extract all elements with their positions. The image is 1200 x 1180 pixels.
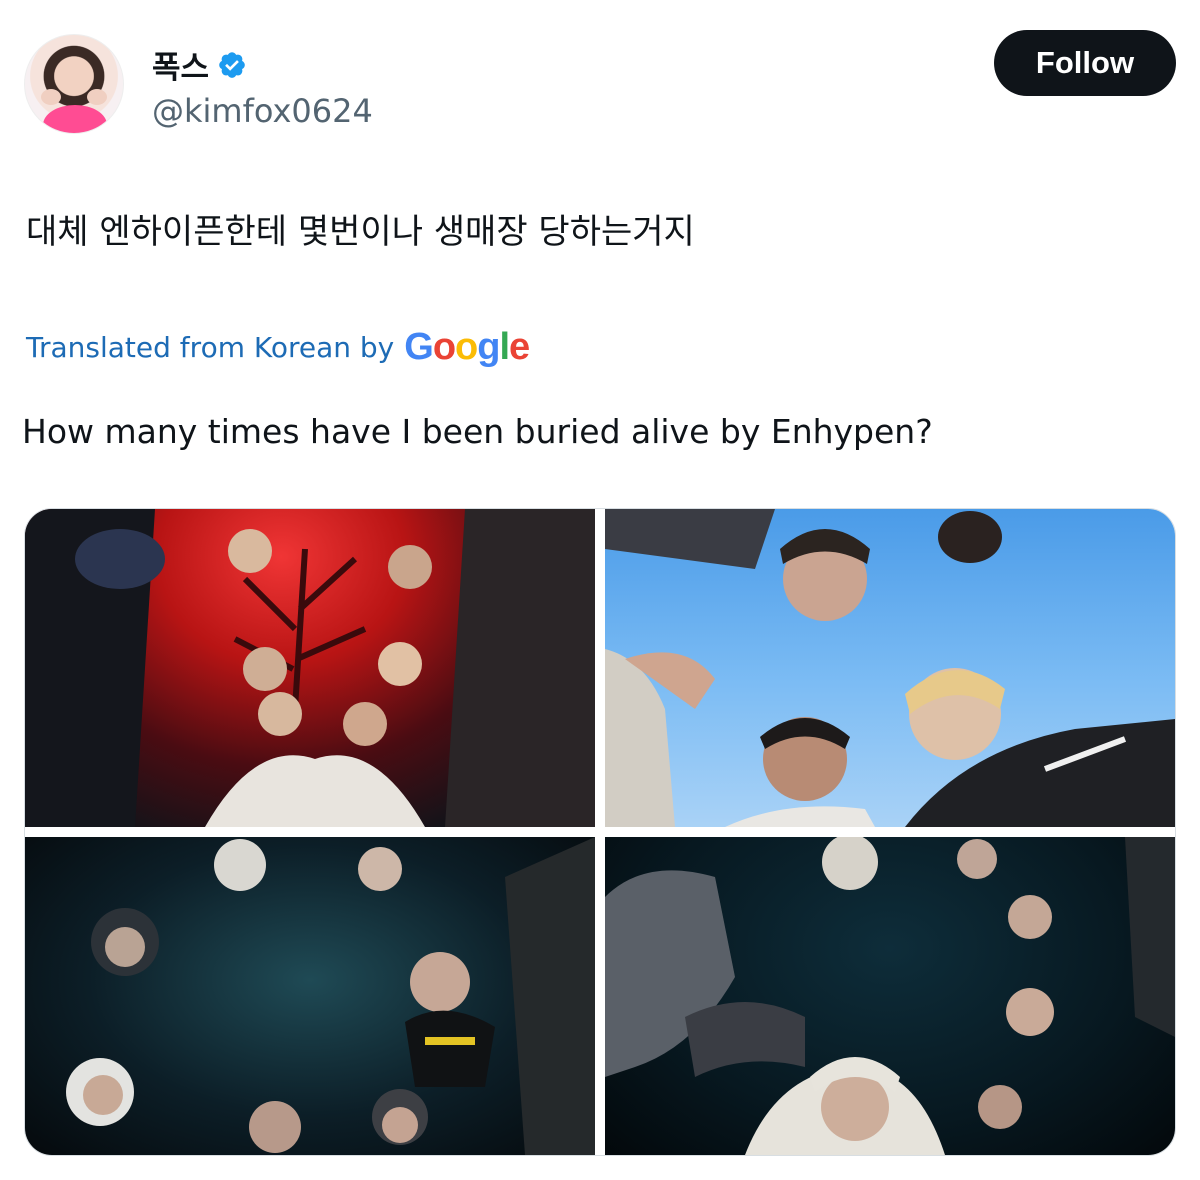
verified-badge-icon bbox=[217, 50, 247, 80]
tweet-header: 폭스 @kimfox0624 Follow bbox=[24, 22, 1176, 142]
google-logo-icon: Google bbox=[404, 326, 530, 368]
translated-label[interactable]: Translated from Korean by bbox=[26, 331, 394, 364]
media-photo-3[interactable] bbox=[25, 837, 595, 1155]
photo-1-illustration bbox=[25, 509, 595, 827]
photo-2-illustration bbox=[605, 509, 1175, 827]
avatar[interactable] bbox=[24, 34, 124, 134]
media-photo-2[interactable] bbox=[605, 509, 1175, 827]
tweet-text-original: 대체 엔하이픈한테 몇번이나 생매장 당하는거지 bbox=[26, 212, 695, 252]
name-row: 폭스 bbox=[152, 42, 247, 87]
translation-attribution[interactable]: Translated from Korean by Google bbox=[26, 326, 530, 369]
avatar-hand-right bbox=[87, 89, 107, 105]
user-handle[interactable]: @kimfox0624 bbox=[152, 92, 373, 130]
follow-button[interactable]: Follow bbox=[994, 30, 1176, 96]
tweet-text-translated: How many times have I been buried alive … bbox=[22, 412, 933, 451]
avatar-shirt bbox=[43, 105, 107, 133]
avatar-hand-left bbox=[41, 89, 61, 105]
media-photo-4[interactable] bbox=[605, 837, 1175, 1155]
photo-4-illustration bbox=[605, 837, 1175, 1155]
display-name[interactable]: 폭스 bbox=[152, 42, 209, 87]
media-photo-1[interactable] bbox=[25, 509, 595, 827]
media-grid bbox=[24, 508, 1176, 1156]
photo-3-illustration bbox=[66, 837, 595, 1155]
